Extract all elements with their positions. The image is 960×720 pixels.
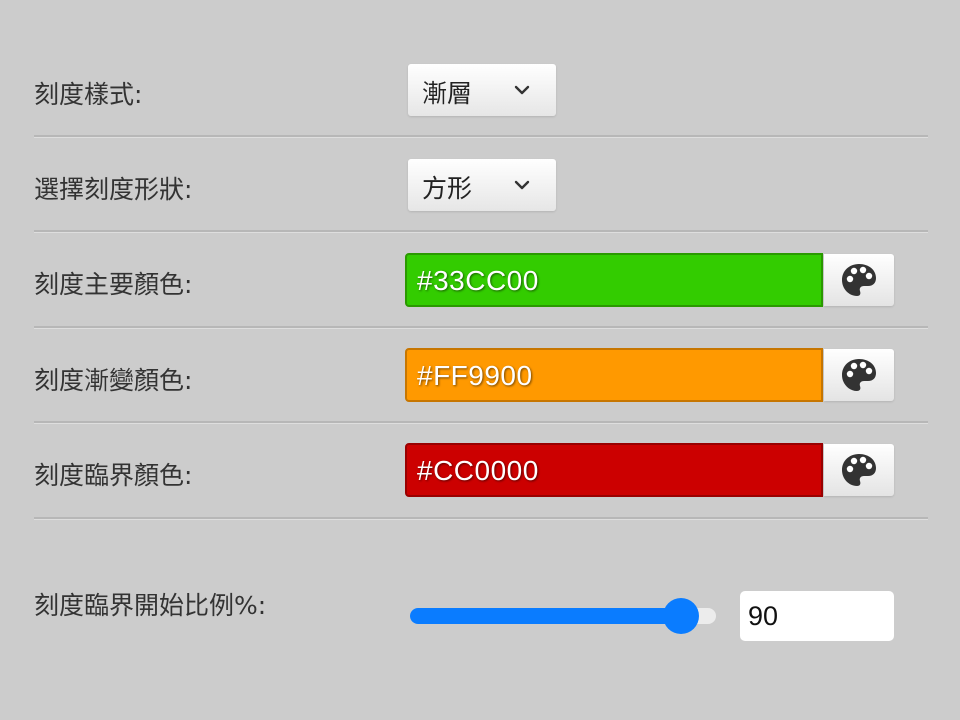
scale-shape-value: 方形 [422, 174, 473, 203]
palette-icon [842, 454, 876, 486]
main-color-label: 刻度主要顏色: [34, 270, 193, 299]
gradient-color-value: #FF9900 [417, 360, 533, 391]
critical-color-label: 刻度臨界顏色: [34, 461, 193, 490]
slider-thumb[interactable] [663, 598, 699, 634]
threshold-slider[interactable] [410, 598, 718, 634]
gradient-color-palette-button[interactable] [824, 349, 894, 401]
divider [34, 421, 928, 424]
palette-icon [842, 264, 876, 296]
palette-icon [842, 359, 876, 391]
chevron-down-icon [514, 180, 530, 190]
divider [34, 135, 928, 138]
gradient-color-field[interactable]: #FF9900 [405, 348, 823, 402]
scale-style-label: 刻度樣式: [34, 80, 143, 109]
main-color-field[interactable]: #33CC00 [405, 253, 823, 307]
chevron-down-icon [514, 85, 530, 95]
main-color-palette-button[interactable] [824, 254, 894, 306]
main-color-value: #33CC00 [417, 265, 539, 296]
divider [34, 517, 928, 520]
slider-fill [410, 608, 681, 624]
divider [34, 230, 928, 233]
scale-style-value: 漸層 [422, 79, 473, 108]
critical-color-value: #CC0000 [417, 455, 539, 486]
critical-color-palette-button[interactable] [824, 444, 894, 496]
scale-style-dropdown[interactable]: 漸層 [408, 64, 556, 116]
gradient-color-label: 刻度漸變顏色: [34, 366, 193, 395]
threshold-label: 刻度臨界開始比例%: [34, 591, 267, 620]
critical-color-field[interactable]: #CC0000 [405, 443, 823, 497]
threshold-input[interactable] [740, 591, 894, 641]
scale-shape-dropdown[interactable]: 方形 [408, 159, 556, 211]
scale-shape-label: 選擇刻度形狀: [34, 175, 193, 204]
divider [34, 326, 928, 329]
